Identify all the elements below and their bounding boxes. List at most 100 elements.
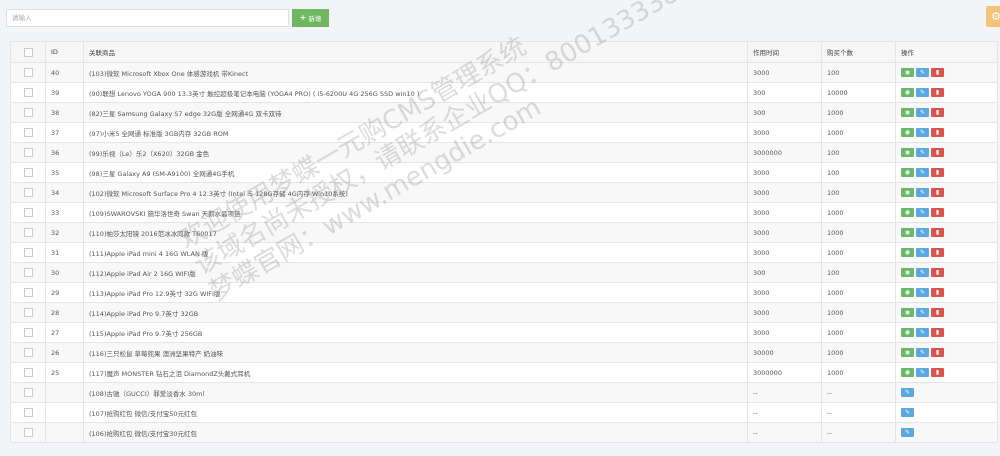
view-button[interactable]: ◉: [901, 128, 914, 137]
select-all-checkbox-cell[interactable]: [10, 41, 46, 63]
row-checkbox-cell[interactable]: [10, 342, 46, 363]
edit-button[interactable]: ✎: [916, 288, 929, 297]
row-checkbox-cell[interactable]: [10, 102, 46, 123]
view-button[interactable]: ◉: [901, 188, 914, 197]
view-button[interactable]: ◉: [901, 228, 914, 237]
delete-button[interactable]: ▮: [931, 268, 944, 277]
edit-button[interactable]: ✎: [916, 248, 929, 257]
row-checkbox[interactable]: [23, 188, 33, 197]
delete-button[interactable]: ▮: [931, 368, 944, 377]
delete-button[interactable]: ▮: [931, 248, 944, 257]
search-input[interactable]: [6, 9, 289, 27]
edit-button[interactable]: ✎: [916, 208, 929, 217]
delete-button[interactable]: ▮: [931, 148, 944, 157]
delete-button[interactable]: ▮: [931, 208, 944, 217]
row-checkbox-cell[interactable]: [10, 82, 46, 103]
row-checkbox[interactable]: [23, 228, 33, 237]
row-checkbox[interactable]: [23, 428, 33, 437]
row-checkbox-cell[interactable]: [10, 242, 46, 263]
edit-button[interactable]: ✎: [901, 388, 914, 397]
view-button[interactable]: ◉: [901, 148, 914, 157]
view-button[interactable]: ◉: [901, 348, 914, 357]
view-button[interactable]: ◉: [901, 308, 914, 317]
row-checkbox[interactable]: [23, 388, 33, 397]
delete-button[interactable]: ▮: [931, 108, 944, 117]
delete-button[interactable]: ▮: [931, 288, 944, 297]
view-button[interactable]: ◉: [901, 88, 914, 97]
row-checkbox-cell[interactable]: [10, 62, 46, 83]
cell-time: 300: [747, 102, 822, 123]
row-checkbox[interactable]: [23, 68, 33, 77]
view-button[interactable]: ◉: [901, 108, 914, 117]
row-actions: ◉ ✎ ▮: [901, 108, 997, 117]
row-checkbox[interactable]: [23, 248, 33, 257]
edit-button[interactable]: ✎: [901, 408, 914, 417]
view-button[interactable]: ◉: [901, 288, 914, 297]
edit-button[interactable]: ✎: [916, 108, 929, 117]
row-checkbox-cell[interactable]: [10, 262, 46, 283]
edit-button[interactable]: ✎: [916, 188, 929, 197]
row-checkbox[interactable]: [23, 328, 33, 337]
view-button[interactable]: ◉: [901, 268, 914, 277]
edit-button[interactable]: ✎: [916, 88, 929, 97]
row-checkbox[interactable]: [23, 408, 33, 417]
row-actions: ✎: [901, 388, 997, 397]
edit-button[interactable]: ✎: [916, 368, 929, 377]
delete-button[interactable]: ▮: [931, 68, 944, 77]
row-checkbox[interactable]: [23, 128, 33, 137]
cell-actions: ◉ ✎ ▮: [895, 142, 998, 163]
row-checkbox-cell[interactable]: [10, 302, 46, 323]
row-checkbox-cell[interactable]: [10, 322, 46, 343]
row-checkbox[interactable]: [23, 368, 33, 377]
row-checkbox[interactable]: [23, 88, 33, 97]
edit-button[interactable]: ✎: [916, 68, 929, 77]
delete-button[interactable]: ▮: [931, 188, 944, 197]
edit-button[interactable]: ✎: [916, 128, 929, 137]
row-checkbox-cell[interactable]: [10, 282, 46, 303]
delete-button[interactable]: ▮: [931, 328, 944, 337]
row-checkbox[interactable]: [23, 288, 33, 297]
edit-button[interactable]: ✎: [901, 428, 914, 437]
row-checkbox-cell[interactable]: [10, 362, 46, 383]
edit-button[interactable]: ✎: [916, 168, 929, 177]
row-checkbox-cell[interactable]: [10, 122, 46, 143]
row-checkbox-cell[interactable]: [10, 382, 46, 403]
delete-button[interactable]: ▮: [931, 88, 944, 97]
row-checkbox[interactable]: [23, 308, 33, 317]
cell-count: 1000: [821, 242, 896, 263]
edit-button[interactable]: ✎: [916, 268, 929, 277]
row-checkbox[interactable]: [23, 108, 33, 117]
delete-button[interactable]: ▮: [931, 228, 944, 237]
settings-button[interactable]: ⚙: [986, 6, 1000, 27]
select-all-checkbox[interactable]: [23, 47, 33, 57]
add-button[interactable]: + 新增: [292, 9, 329, 27]
view-button[interactable]: ◉: [901, 168, 914, 177]
row-checkbox-cell[interactable]: [10, 162, 46, 183]
row-checkbox[interactable]: [23, 268, 33, 277]
row-checkbox-cell[interactable]: [10, 202, 46, 223]
row-checkbox-cell[interactable]: [10, 402, 46, 423]
edit-button[interactable]: ✎: [916, 348, 929, 357]
row-checkbox-cell[interactable]: [10, 182, 46, 203]
row-checkbox[interactable]: [23, 348, 33, 357]
view-button[interactable]: ◉: [901, 368, 914, 377]
view-button[interactable]: ◉: [901, 328, 914, 337]
row-checkbox[interactable]: [23, 208, 33, 217]
edit-button[interactable]: ✎: [916, 328, 929, 337]
row-checkbox[interactable]: [23, 148, 33, 157]
row-checkbox[interactable]: [23, 168, 33, 177]
table-row: 39 (90)联想 Lenovo YOGA 900 13.3英寸 触控超极笔记本电…: [10, 82, 998, 103]
view-button[interactable]: ◉: [901, 68, 914, 77]
delete-button[interactable]: ▮: [931, 128, 944, 137]
delete-button[interactable]: ▮: [931, 168, 944, 177]
view-button[interactable]: ◉: [901, 248, 914, 257]
row-checkbox-cell[interactable]: [10, 222, 46, 243]
edit-button[interactable]: ✎: [916, 228, 929, 237]
row-checkbox-cell[interactable]: [10, 142, 46, 163]
delete-button[interactable]: ▮: [931, 348, 944, 357]
edit-button[interactable]: ✎: [916, 308, 929, 317]
row-checkbox-cell[interactable]: [10, 422, 46, 443]
view-button[interactable]: ◉: [901, 208, 914, 217]
delete-button[interactable]: ▮: [931, 308, 944, 317]
edit-button[interactable]: ✎: [916, 148, 929, 157]
